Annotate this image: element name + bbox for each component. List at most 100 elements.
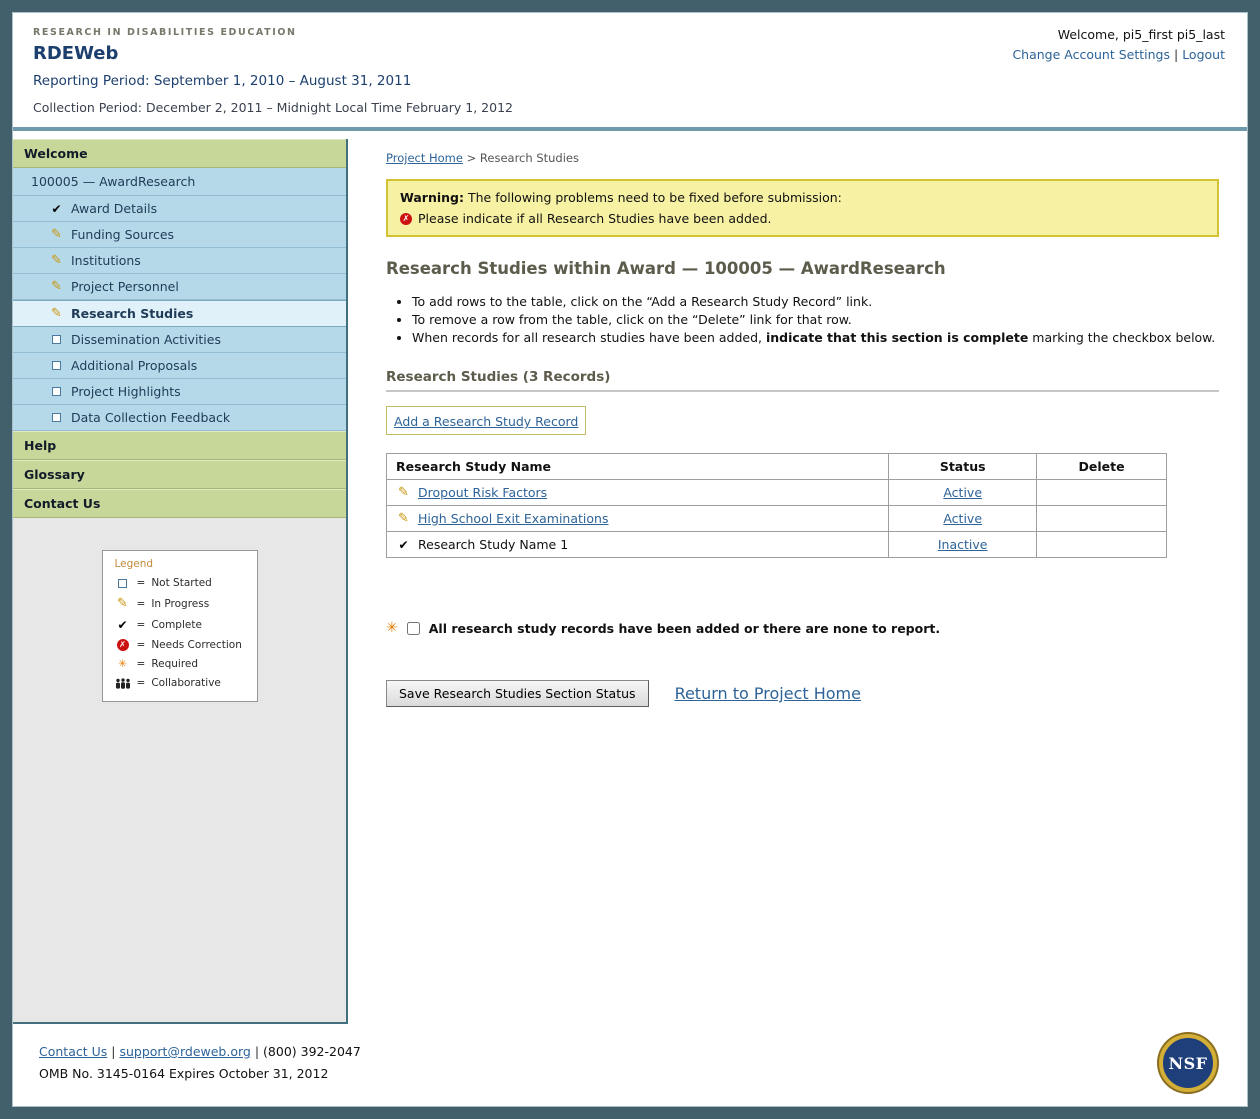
section-title: Research Studies (3 Records) bbox=[386, 369, 1219, 385]
sidebar-item-project-personnel[interactable]: ✎ Project Personnel bbox=[13, 274, 346, 300]
in-progress-icon: ✎ bbox=[49, 227, 64, 242]
sidebar-item-funding-sources[interactable]: ✎ Funding Sources bbox=[13, 222, 346, 248]
sidebar-item-label: Additional Proposals bbox=[71, 358, 197, 373]
legend-item-required: ✳ = Required bbox=[115, 658, 247, 670]
warning-line: Warning: The following problems need to … bbox=[400, 190, 1205, 205]
welcome-user: Welcome, pi5_first pi5_last bbox=[1012, 27, 1225, 42]
legend-label: Not Started bbox=[151, 577, 212, 589]
change-account-settings-link[interactable]: Change Account Settings bbox=[1012, 47, 1170, 62]
complete-icon: ✔ bbox=[49, 202, 64, 216]
delete-cell bbox=[1037, 480, 1167, 506]
footer-separator: | bbox=[111, 1044, 115, 1059]
logout-link[interactable]: Logout bbox=[1182, 47, 1225, 62]
not-started-icon bbox=[49, 387, 64, 396]
sidebar-item-additional-proposals[interactable]: Additional Proposals bbox=[13, 353, 346, 379]
footer: Contact Us | support@rdeweb.org | (800) … bbox=[13, 1024, 1247, 1106]
sidebar-item-label: Research Studies bbox=[71, 306, 193, 321]
collaborative-icon bbox=[115, 678, 131, 689]
footer-email-link[interactable]: support@rdeweb.org bbox=[119, 1044, 250, 1059]
main: Project Home > Research Studies Warning:… bbox=[348, 139, 1247, 1024]
study-status-link[interactable]: Active bbox=[943, 511, 982, 526]
instruction-item: To add rows to the table, click on the “… bbox=[412, 294, 1219, 309]
legend-label: Required bbox=[151, 658, 198, 670]
section-complete-checkbox[interactable] bbox=[407, 622, 420, 635]
not-started-icon bbox=[49, 413, 64, 422]
delete-cell bbox=[1037, 532, 1167, 558]
actions-row: Save Research Studies Section Status Ret… bbox=[386, 680, 1219, 707]
section-divider bbox=[386, 390, 1219, 392]
required-icon: ✳ bbox=[386, 620, 398, 636]
in-progress-icon: ✎ bbox=[396, 485, 411, 500]
sidebar-item-label: Project Highlights bbox=[71, 384, 181, 399]
needs-correction-icon: ✗ bbox=[400, 213, 412, 225]
sidebar-item-award[interactable]: 100005 — AwardResearch bbox=[13, 168, 346, 196]
confirm-label: All research study records have been add… bbox=[429, 621, 940, 636]
warning-label: Warning: bbox=[400, 190, 464, 205]
add-research-study-record-link[interactable]: Add a Research Study Record bbox=[394, 414, 578, 429]
return-to-project-home-link[interactable]: Return to Project Home bbox=[675, 684, 861, 703]
legend-item-not-started: = Not Started bbox=[115, 577, 247, 589]
page-title: Research Studies within Award — 100005 —… bbox=[386, 259, 1219, 278]
study-name-link[interactable]: High School Exit Examinations bbox=[418, 511, 608, 526]
sidebar-item-label: Data Collection Feedback bbox=[71, 410, 230, 425]
table-header-row: Research Study Name Status Delete bbox=[387, 454, 1167, 480]
in-progress-icon: ✎ bbox=[49, 306, 64, 321]
in-progress-icon: ✎ bbox=[49, 253, 64, 268]
legend-item-in-progress: ✎ = In Progress bbox=[115, 596, 247, 611]
breadcrumb: Project Home > Research Studies bbox=[386, 151, 1219, 165]
legend-label: Complete bbox=[151, 619, 202, 631]
legend-label: In Progress bbox=[151, 598, 209, 610]
legend-eq: = bbox=[137, 639, 146, 651]
warning-item: ✗ Please indicate if all Research Studie… bbox=[400, 211, 1205, 226]
not-started-icon bbox=[115, 579, 131, 588]
legend-item-needs-correction: ✗ = Needs Correction bbox=[115, 639, 247, 651]
sidebar-item-data-collection-feedback[interactable]: Data Collection Feedback bbox=[13, 405, 346, 431]
column-header-status: Status bbox=[889, 454, 1037, 480]
sidebar-item-institutions[interactable]: ✎ Institutions bbox=[13, 248, 346, 274]
complete-icon: ✔ bbox=[115, 618, 131, 632]
legend-title: Legend bbox=[115, 558, 247, 570]
footer-separator: | bbox=[255, 1044, 259, 1059]
delete-cell bbox=[1037, 506, 1167, 532]
sidebar-item-help[interactable]: Help bbox=[13, 431, 346, 460]
sidebar-item-welcome[interactable]: Welcome bbox=[13, 139, 346, 168]
legend-item-collaborative: = Collaborative bbox=[115, 677, 247, 689]
sidebar-item-project-highlights[interactable]: Project Highlights bbox=[13, 379, 346, 405]
header-account-area: Welcome, pi5_first pi5_last Change Accou… bbox=[1012, 27, 1225, 62]
save-section-status-button[interactable]: Save Research Studies Section Status bbox=[386, 680, 649, 707]
header: RESEARCH IN DISABILITIES EDUCATION RDEWe… bbox=[13, 13, 1247, 131]
breadcrumb-project-home-link[interactable]: Project Home bbox=[386, 151, 463, 165]
required-icon: ✳ bbox=[115, 658, 131, 670]
not-started-icon bbox=[49, 361, 64, 370]
nsf-logo-text: NSF bbox=[1168, 1054, 1207, 1073]
sidebar-item-glossary[interactable]: Glossary bbox=[13, 460, 346, 489]
study-name-link[interactable]: Dropout Risk Factors bbox=[418, 485, 547, 500]
footer-contact-us-link[interactable]: Contact Us bbox=[39, 1044, 107, 1059]
sidebar-item-dissemination-activities[interactable]: Dissemination Activities bbox=[13, 327, 346, 353]
legend-eq: = bbox=[137, 619, 146, 631]
footer-phone: (800) 392-2047 bbox=[263, 1044, 361, 1059]
complete-icon: ✔ bbox=[396, 538, 411, 552]
sidebar-item-award-details[interactable]: ✔ Award Details bbox=[13, 196, 346, 222]
study-status-link[interactable]: Inactive bbox=[938, 537, 988, 552]
reporting-period: Reporting Period: September 1, 2010 – Au… bbox=[33, 73, 1227, 89]
column-header-delete: Delete bbox=[1037, 454, 1167, 480]
needs-correction-icon: ✗ bbox=[115, 639, 131, 651]
sidebar-item-research-studies[interactable]: ✎ Research Studies bbox=[13, 300, 346, 327]
nsf-logo: NSF bbox=[1159, 1034, 1217, 1092]
sidebar-item-contact-us[interactable]: Contact Us bbox=[13, 489, 346, 518]
table-row: ✎ Dropout Risk Factors Active bbox=[387, 480, 1167, 506]
warning-item-text: Please indicate if all Research Studies … bbox=[418, 211, 772, 226]
page: RESEARCH IN DISABILITIES EDUCATION RDEWe… bbox=[12, 12, 1248, 1107]
legend: Legend = Not Started ✎ = In Progress ✔ = bbox=[102, 550, 258, 702]
study-name-text: Research Study Name 1 bbox=[418, 537, 568, 552]
legend-eq: = bbox=[137, 677, 146, 689]
sidebar-item-label: Award Details bbox=[71, 201, 157, 216]
in-progress-icon: ✎ bbox=[49, 279, 64, 294]
sidebar: Welcome 100005 — AwardResearch ✔ Award D… bbox=[13, 139, 348, 1024]
footer-omb: OMB No. 3145-0164 Expires October 31, 20… bbox=[39, 1066, 1227, 1081]
sidebar-fill: Legend = Not Started ✎ = In Progress ✔ = bbox=[13, 518, 346, 1022]
legend-item-complete: ✔ = Complete bbox=[115, 618, 247, 632]
table-row: ✎ High School Exit Examinations Active bbox=[387, 506, 1167, 532]
study-status-link[interactable]: Active bbox=[943, 485, 982, 500]
